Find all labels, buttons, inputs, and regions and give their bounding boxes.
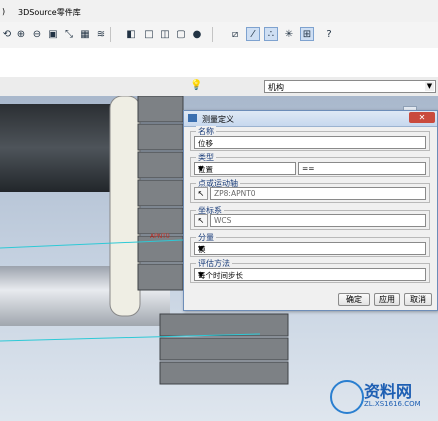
dialog-title: 测量定义	[202, 115, 234, 124]
saved-views-icon[interactable]: ▦	[78, 27, 92, 41]
point-field[interactable]: ZP8:APNT0	[210, 187, 426, 200]
toolbar: ⟲ ⊕ ⊖ ▣ ⤡ ▦ ≋ ◧ □ ◫ ▢ ● ⧄ ⁄ ∴ ✳ ⊞ ?	[0, 22, 438, 49]
cancel-button[interactable]: 取消	[404, 293, 432, 306]
zoom-out-icon[interactable]: ⊖	[30, 27, 44, 41]
coord-sys-icon[interactable]: ✳	[282, 27, 296, 41]
chevron-down-icon[interactable]: ▼	[198, 244, 424, 253]
csys-field[interactable]: WCS	[210, 214, 426, 227]
watermark-logo-icon	[330, 380, 364, 414]
point-value: ZP8:APNT0	[214, 189, 256, 198]
menu-bar: ) 3DSource零件库	[0, 0, 438, 23]
datum-axis-icon[interactable]: ⁄	[246, 27, 260, 41]
type-extra-field[interactable]: ==	[298, 162, 426, 175]
eval-select[interactable]: 每个时间步长 ▼	[194, 268, 426, 281]
model-tree-header	[0, 48, 438, 77]
reorient-icon[interactable]: ⤡	[62, 27, 76, 41]
toolbar-separator	[212, 27, 213, 42]
point-label[interactable]: APNT0	[150, 233, 170, 240]
mechanism-select[interactable]: 机构 ▼	[264, 80, 436, 93]
chevron-down-icon[interactable]: ▼	[425, 82, 434, 91]
type-extra-value: ==	[302, 164, 315, 173]
select-arrow-icon[interactable]: ↖	[194, 187, 208, 200]
wireframe-icon[interactable]: ▢	[174, 27, 188, 41]
watermark: 资料网 ZL.XS1616.COM	[330, 378, 430, 416]
chevron-down-icon[interactable]: ▼	[198, 164, 294, 173]
appearance-icon[interactable]: ●	[190, 27, 204, 41]
select-arrow-icon[interactable]: ↖	[194, 214, 208, 227]
housing-plate	[109, 96, 141, 317]
ok-button[interactable]: 确定	[338, 293, 370, 306]
menu-item-3dsource[interactable]: 3DSource零件库	[18, 7, 81, 18]
upper-shaft	[0, 104, 110, 192]
csys-value: WCS	[214, 216, 232, 225]
watermark-url: ZL.XS1616.COM	[364, 400, 421, 408]
dialog-titlebar[interactable]: 测量定义 ✕	[184, 111, 437, 127]
close-button[interactable]: ✕	[409, 112, 435, 123]
apply-button[interactable]: 应用	[374, 293, 400, 306]
bulb-icon[interactable]: 💡	[190, 80, 202, 91]
toolbar-separator	[110, 27, 111, 42]
mechanism-select-value: 机构	[268, 83, 284, 92]
hidden-line-icon[interactable]: □	[142, 27, 156, 41]
component-select[interactable]: 模 ▼	[194, 242, 426, 255]
spin-icon[interactable]: ⟲	[0, 27, 14, 41]
name-field[interactable]: 位移	[194, 136, 426, 149]
datum-point-icon[interactable]: ∴	[264, 27, 278, 41]
measure-definition-dialog: 测量定义 ✕ 名称 位移 类型 位置 ▼ == 点或运动轴 ↖ ZP8:APNT…	[183, 110, 438, 311]
type-select[interactable]: 位置 ▼	[194, 162, 296, 175]
watermark-title: 资料网	[364, 382, 413, 401]
annotation-icon[interactable]: ⊞	[300, 27, 314, 41]
chevron-down-icon[interactable]: ▼	[198, 270, 424, 279]
name-value: 位移	[198, 139, 213, 148]
zoom-in-icon[interactable]: ⊕	[14, 27, 28, 41]
shading-icon[interactable]: ◧	[124, 27, 138, 41]
menu-item-prev[interactable]: )	[2, 7, 5, 16]
datum-plane-icon[interactable]: ⧄	[228, 27, 242, 41]
context-help-icon[interactable]: ?	[322, 27, 336, 41]
no-hidden-icon[interactable]: ◫	[158, 27, 172, 41]
layers-icon[interactable]: ≋	[94, 27, 108, 41]
refit-icon[interactable]: ▣	[46, 27, 60, 41]
dialog-icon	[188, 114, 197, 122]
